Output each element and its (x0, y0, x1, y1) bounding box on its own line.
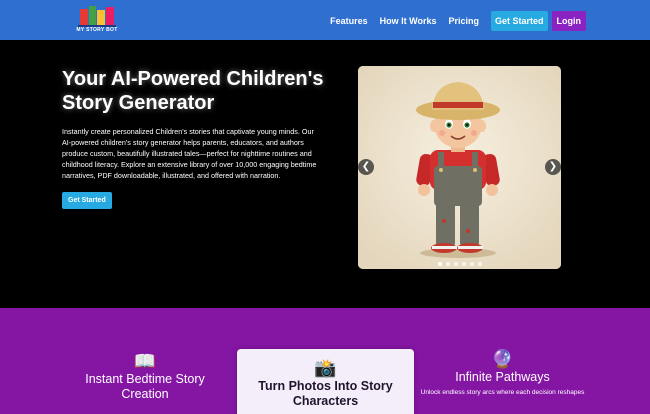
nav-link-pricing[interactable]: Pricing (448, 16, 479, 26)
crystal-ball-icon: 🔮 (491, 349, 514, 369)
hero-title: Your AI-Powered Children's Story Generat… (62, 68, 324, 114)
books-logo-icon (78, 6, 116, 27)
nav-links: Features How It Works Pricing Get Starte… (318, 10, 586, 31)
top-navbar: MY STORY BOT Features How It Works Prici… (0, 0, 650, 40)
nav-link-features[interactable]: Features (330, 16, 368, 26)
carousel-dot[interactable] (461, 262, 466, 266)
carousel-prev-button[interactable]: ❮ (358, 159, 374, 175)
nav-login-button[interactable]: Login (551, 10, 586, 31)
feature-title: Instant Bedtime Story Creation (85, 372, 205, 401)
feature-card-photos-to-characters[interactable]: 📸 Turn Photos Into Story Characters (237, 349, 414, 414)
carousel-next-button[interactable]: ❯ (545, 159, 561, 175)
nav-link-how-it-works[interactable]: How It Works (380, 16, 437, 26)
feature-card-infinite-pathways: 🔮 Infinite Pathways Unlock endless story… (415, 348, 590, 397)
carousel-dot[interactable] (437, 262, 442, 266)
feature-title: Turn Photos Into Story Characters (258, 379, 393, 408)
feature-title: Infinite Pathways (455, 370, 550, 384)
open-book-icon: 📖 (133, 351, 157, 371)
site-logo[interactable]: MY STORY BOT (68, 2, 126, 36)
hero-description: Instantly create personalized Children's… (62, 127, 317, 180)
hero-get-started-button[interactable]: Get Started (62, 192, 112, 209)
feature-description: Unlock endless story arcs where each dec… (420, 389, 585, 396)
story-carousel[interactable]: ❮ ❯ (358, 66, 561, 269)
hero-section: Your AI-Powered Children's Story Generat… (0, 40, 650, 308)
camera-icon: 📸 (314, 358, 337, 378)
feature-card-instant-bedtime: 📖 Instant Bedtime Story Creation (70, 350, 220, 402)
carousel-dot[interactable] (445, 262, 450, 266)
features-section: 📖 Instant Bedtime Story Creation 📸 Turn … (0, 308, 650, 414)
farm-boy-illustration (358, 66, 561, 269)
carousel-dot[interactable] (477, 262, 482, 266)
carousel-indicators (358, 262, 561, 266)
carousel-dot[interactable] (469, 262, 474, 266)
carousel-dot[interactable] (453, 262, 458, 266)
nav-get-started-button[interactable]: Get Started (490, 10, 548, 31)
logo-text: MY STORY BOT (76, 27, 118, 33)
